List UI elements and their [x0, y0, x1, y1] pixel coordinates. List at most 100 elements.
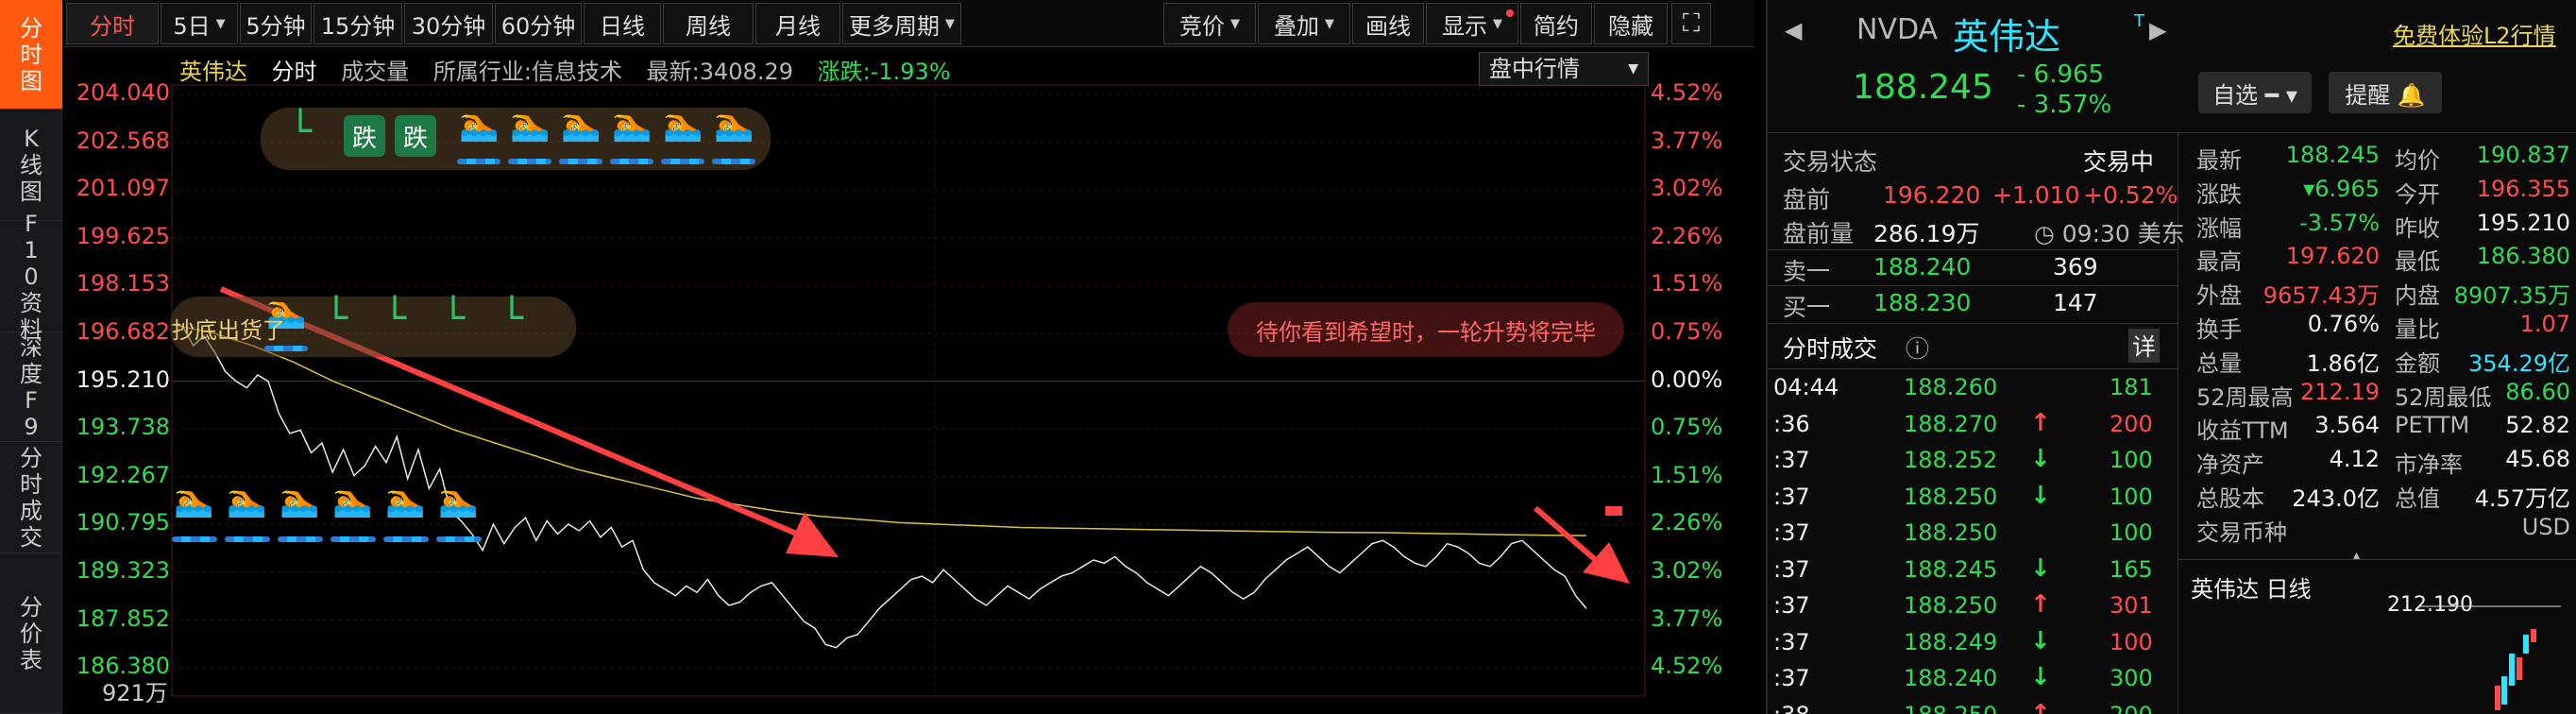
tick-volume: 200 [2110, 702, 2153, 714]
markline-dash [1605, 506, 1622, 516]
y-tick-left: 190.795 [76, 509, 170, 536]
divider [1768, 285, 2178, 286]
l2-trial-link[interactable]: 免费体验L2行情 [2393, 17, 2556, 50]
next-stock-icon[interactable]: ▶ [2149, 17, 2166, 43]
stat-value: ▾6.965 [2303, 175, 2380, 202]
trade-status-label: 交易状态 [1783, 148, 1878, 176]
collapse-icon[interactable]: ▴ [2353, 548, 2360, 563]
mini-candle [2517, 657, 2522, 680]
swimmer-icon: 🏊 [612, 106, 652, 144]
divider [1768, 249, 2178, 250]
bid-label: 买一 [1783, 294, 1831, 321]
stat-label: 均价 [2395, 147, 2440, 174]
mini-candle [2523, 635, 2529, 654]
watchlist-button[interactable]: 自选 ━ ▾ [2198, 72, 2312, 113]
fall-bar-icon: └ [383, 297, 407, 340]
stat-label: 总量 [2196, 349, 2242, 377]
tick-volume: 300 [2110, 665, 2153, 691]
trade-status: 交易中 [2083, 148, 2155, 176]
intraday-chart[interactable] [0, 0, 1756, 714]
trend-arrow-head-2 [1583, 542, 1630, 584]
divider [2178, 559, 2576, 560]
y-tick-right: 2.26% [1651, 509, 1723, 536]
down-arrow-icon: ↓ [2030, 553, 2051, 583]
tick-time: 04:44 [1773, 374, 1839, 400]
stat-label: 今开 [2395, 180, 2440, 208]
prev-stock-icon[interactable]: ◀ [1785, 17, 1802, 43]
info-icon[interactable]: ⓘ [1906, 331, 1929, 365]
volume-label: 921万 [102, 680, 168, 706]
stat-value: 45.68 [2505, 446, 2570, 473]
tick-price: 188.270 [1904, 410, 1998, 437]
swimmer-icon: 🏊 [332, 482, 373, 519]
y-tick-right: 0.00% [1651, 366, 1723, 393]
stat-value: 196.355 [2476, 175, 2570, 202]
ask-label: 卖一 [1783, 258, 1831, 285]
stat-label: 内盘 [2395, 282, 2440, 310]
wave-icon [383, 536, 429, 542]
stat-value: 212.19 [2300, 378, 2380, 405]
tick-time: :37 [1773, 483, 1810, 510]
tick-volume: 100 [2110, 628, 2153, 655]
stat-value: 86.60 [2505, 378, 2570, 405]
tick-time: :37 [1773, 665, 1810, 691]
y-tick-left: 196.682 [76, 318, 170, 345]
tick-time: :37 [1773, 519, 1810, 546]
stat-label: 总值 [2395, 485, 2440, 512]
mini-candle [2501, 676, 2507, 705]
stat-label: 最高 [2196, 248, 2242, 276]
tick-volume: 100 [2110, 447, 2153, 473]
y-tick-left: 202.568 [76, 127, 170, 154]
stat-label: 净资产 [2196, 451, 2264, 479]
y-tick-right: 3.02% [1651, 557, 1723, 584]
price-line [171, 323, 1587, 649]
y-tick-left: 198.153 [76, 270, 170, 298]
tick-price: 188.240 [1904, 665, 1998, 691]
swimmer-icon: 🏊 [280, 482, 320, 519]
y-tick-left: 189.323 [76, 557, 170, 584]
last-price: 188.245 [1853, 68, 1993, 107]
wave-icon [436, 536, 482, 542]
tick-volume: 181 [2110, 374, 2153, 400]
y-tick-right: 3.77% [1651, 604, 1723, 632]
wave-icon [508, 159, 551, 164]
ticks-detail-button[interactable]: 详 [2128, 329, 2161, 363]
stat-value: 354.29亿 [2468, 349, 2570, 377]
stat-label: 涨跌 [2196, 180, 2242, 208]
y-tick-right: 1.51% [1651, 270, 1723, 298]
tick-time: :38 [1773, 702, 1810, 714]
clock-icon: ◷ 09:30 美东 [2034, 220, 2185, 247]
ask-volume: 369 [2053, 253, 2098, 280]
swimmer-icon: 🏊 [663, 106, 703, 144]
swimmer-icon: 🏊 [459, 106, 500, 144]
tick-time: :37 [1773, 592, 1810, 619]
stat-value: 8907.35万 [2453, 282, 2570, 310]
down-arrow-icon: ↓ [2030, 481, 2051, 510]
wave-icon [559, 159, 602, 164]
chart-frame [171, 84, 1646, 697]
stat-value: 197.620 [2285, 243, 2380, 270]
swimmer-icon: 🏊 [561, 106, 602, 144]
y-tick-left: 193.738 [76, 414, 170, 441]
tick-time: :37 [1773, 555, 1810, 583]
down-arrow-icon: ↓ [2030, 445, 2051, 473]
trend-arrow-line-2 [1534, 505, 1605, 570]
swimmer-icon: 🏊 [174, 482, 214, 519]
stock-symbol: NVDA [1856, 13, 1939, 46]
down-arrow-icon: ↓ [2030, 663, 2051, 691]
stat-value: 3.564 [2314, 412, 2380, 439]
tick-time: :37 [1773, 628, 1810, 655]
mini-daily-chart[interactable] [2419, 601, 2570, 714]
remind-button[interactable]: 提醒 🔔 [2329, 72, 2442, 113]
tick-price: 188.250 [1904, 483, 1998, 510]
premarket-label: 盘前 [1783, 186, 1831, 213]
y-tick-right: 3.02% [1651, 175, 1723, 202]
tick-volume: 165 [2110, 555, 2153, 583]
y-tick-left: 204.040 [76, 79, 170, 106]
wave-icon [264, 346, 308, 351]
fall-bar-icon: └ [289, 110, 313, 153]
up-arrow-icon: ↑ [2030, 408, 2051, 437]
wave-icon [330, 536, 376, 542]
quote-panel: ◀ NVDA 英伟达 T ▶ 188.245 - 6.965- 3.57% 免费体验L2行情自… [1766, 0, 2576, 714]
y-tick-right: 1.51% [1651, 461, 1723, 488]
